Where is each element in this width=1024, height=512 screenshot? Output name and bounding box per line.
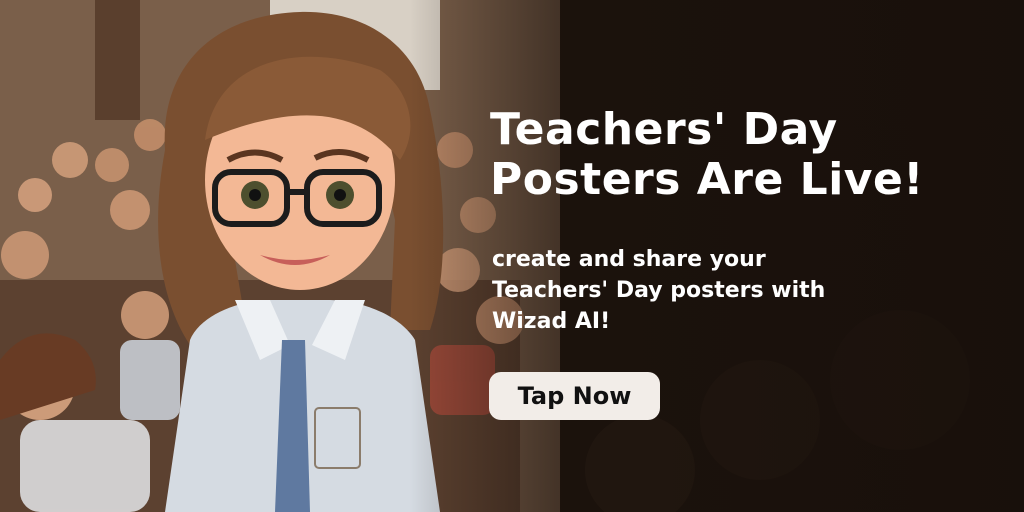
- promo-banner: Teachers' Day Posters Are Live! create a…: [0, 0, 1024, 512]
- tap-now-button[interactable]: Tap Now: [489, 372, 660, 420]
- subheadline-line: Wizad AI!: [492, 309, 611, 334]
- subheadline-line: Teachers' Day posters with: [492, 278, 826, 303]
- headline: Teachers' Day Posters Are Live!: [490, 105, 1010, 205]
- subheadline: create and share your Teachers' Day post…: [492, 244, 1012, 337]
- subheadline-line: create and share your: [492, 247, 766, 272]
- headline-line: Posters Are Live!: [490, 154, 924, 205]
- headline-line: Teachers' Day: [490, 104, 838, 155]
